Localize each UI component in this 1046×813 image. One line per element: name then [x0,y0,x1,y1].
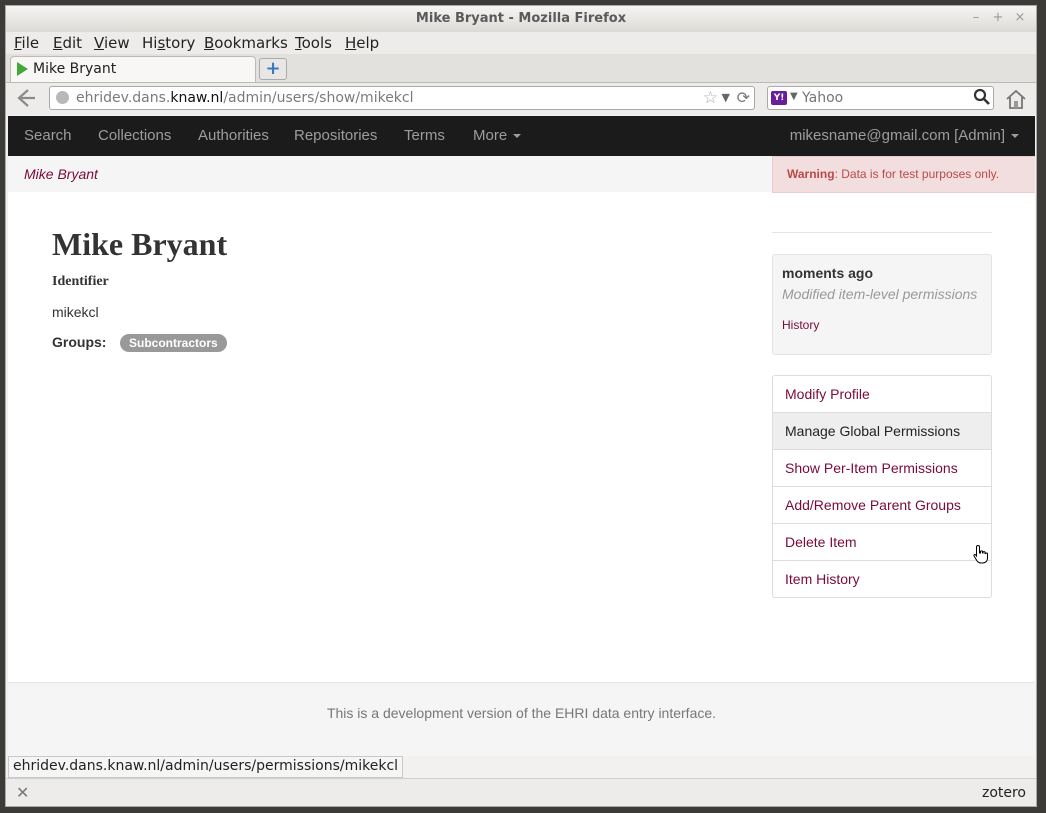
back-arrow-icon[interactable] [14,87,40,111]
home-icon[interactable] [1004,88,1028,110]
menu-edit[interactable]: Edit [53,34,82,52]
item-history-link[interactable]: Item History [773,560,991,597]
close-addon-bar-icon[interactable]: ✕ [16,783,29,802]
url-dropdown-icon[interactable]: ▼ [722,91,730,104]
navigation-toolbar: ehridev.dans.knaw.nl/admin/users/show/mi… [6,83,1036,115]
caret-down-icon [1011,134,1019,139]
footer-text: This is a development version of the EHR… [326,705,717,721]
page-title: Mike Bryant [52,226,228,262]
page-play-icon [17,62,28,76]
engine-dropdown-icon[interactable]: ▼ [790,91,798,102]
title-bar: Mike Bryant - Mozilla Firefox – + × [6,6,1036,32]
menu-tools[interactable]: Tools [295,34,332,52]
menu-history[interactable]: History [142,34,195,52]
page-content: Search Collections Authorities Repositor… [8,116,1035,756]
url-bar[interactable]: ehridev.dans.knaw.nl/admin/users/show/mi… [49,86,755,110]
history-link[interactable]: History [782,318,819,332]
menu-help[interactable]: Help [345,34,379,52]
yahoo-engine-icon[interactable]: Y! [771,91,787,105]
tab-label: Mike Bryant [33,61,117,77]
history-description: Modified item-level permissions [782,286,978,302]
search-bar[interactable]: Y! ▼ [767,86,994,110]
menu-file[interactable]: File [14,34,39,52]
nav-more-dropdown[interactable]: More [473,127,522,144]
modify-profile-link[interactable]: Modify Profile [773,376,991,412]
identifier-label: Identifier [52,274,109,289]
search-input[interactable] [802,89,952,107]
caret-down-icon [513,134,522,139]
identifier-value: mikekcl [52,304,99,320]
history-panel: moments ago Modified item-level permissi… [772,254,992,355]
site-navbar: Search Collections Authorities Repositor… [8,116,1035,156]
bookmark-star-icon[interactable]: ☆ [703,88,718,108]
show-per-item-permissions-link[interactable]: Show Per-Item Permissions [773,449,991,486]
tab-mike-bryant[interactable]: Mike Bryant [10,56,256,82]
tab-bar: Mike Bryant + [6,54,1036,83]
delete-item-link[interactable]: Delete Item [773,523,991,560]
globe-icon [56,91,69,104]
groups-label: Groups: [52,334,107,350]
nav-repositories[interactable]: Repositories [294,127,377,144]
nav-terms[interactable]: Terms [404,127,445,144]
maximize-button[interactable]: + [989,10,1007,25]
history-timestamp: moments ago [782,265,874,281]
group-badge[interactable]: Subcontractors [120,334,227,352]
nav-authorities[interactable]: Authorities [198,127,269,144]
nav-search[interactable]: Search [24,127,72,144]
breadcrumb-item[interactable]: Mike Bryant [24,166,98,182]
warning-alert: Warning: Data is for test purposes only. [772,156,1035,193]
close-window-button[interactable]: × [1011,10,1029,25]
window-title: Mike Bryant - Mozilla Firefox [415,11,627,26]
reload-icon[interactable]: ⟳ [737,88,750,107]
menu-bar: File Edit View History Bookmarks Tools H… [6,32,1036,54]
url-text[interactable]: ehridev.dans.knaw.nl/admin/users/show/mi… [76,90,414,106]
browser-window: Mike Bryant - Mozilla Firefox – + × File… [5,5,1037,807]
status-link-preview: ehridev.dans.knaw.nl/admin/users/permiss… [8,756,404,778]
nav-collections[interactable]: Collections [98,127,171,144]
divider [772,232,992,233]
page-footer: This is a development version of the EHR… [8,682,1035,756]
hand-cursor-icon [972,544,990,564]
menu-view[interactable]: View [94,34,130,52]
actions-list: Modify Profile Manage Global Permissions… [772,375,992,598]
new-tab-button[interactable]: + [259,58,287,80]
add-remove-parent-groups-link[interactable]: Add/Remove Parent Groups [773,486,991,523]
user-menu-dropdown[interactable]: mikesname@gmail.com [Admin] [790,127,1019,144]
menu-bookmarks[interactable]: Bookmarks [204,34,288,52]
addon-bar: ✕ zotero [6,778,1036,806]
search-icon[interactable] [973,88,991,106]
zotero-button[interactable]: zotero [982,785,1026,801]
minimize-button[interactable]: – [967,10,985,25]
manage-global-permissions-link[interactable]: Manage Global Permissions [773,412,991,449]
